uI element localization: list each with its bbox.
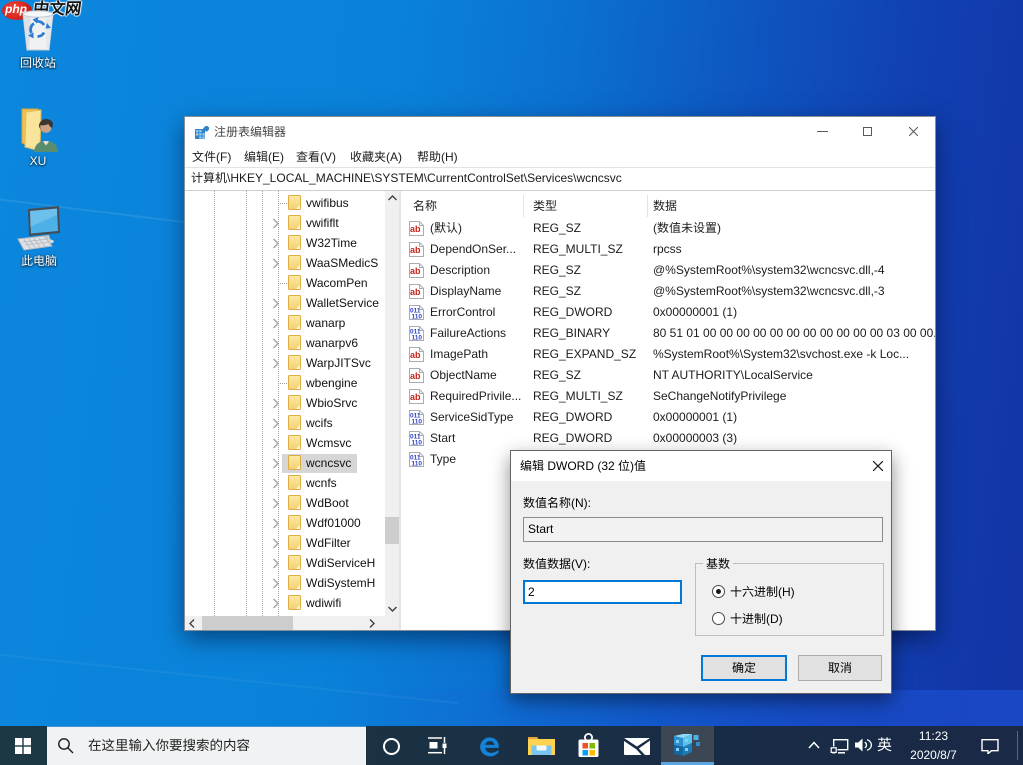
svg-text:ab: ab bbox=[410, 245, 421, 255]
svg-text:110: 110 bbox=[412, 335, 423, 342]
svg-text:110: 110 bbox=[412, 461, 423, 468]
svg-text:ab: ab bbox=[410, 224, 421, 234]
svg-text:ab: ab bbox=[410, 266, 421, 276]
svg-text:110: 110 bbox=[412, 440, 423, 447]
svg-text:ab: ab bbox=[410, 371, 421, 381]
svg-text:110: 110 bbox=[412, 419, 423, 426]
svg-text:ab: ab bbox=[410, 287, 421, 297]
svg-text:ab: ab bbox=[410, 350, 421, 360]
svg-text:110: 110 bbox=[412, 314, 423, 321]
svg-text:ab: ab bbox=[410, 392, 421, 402]
